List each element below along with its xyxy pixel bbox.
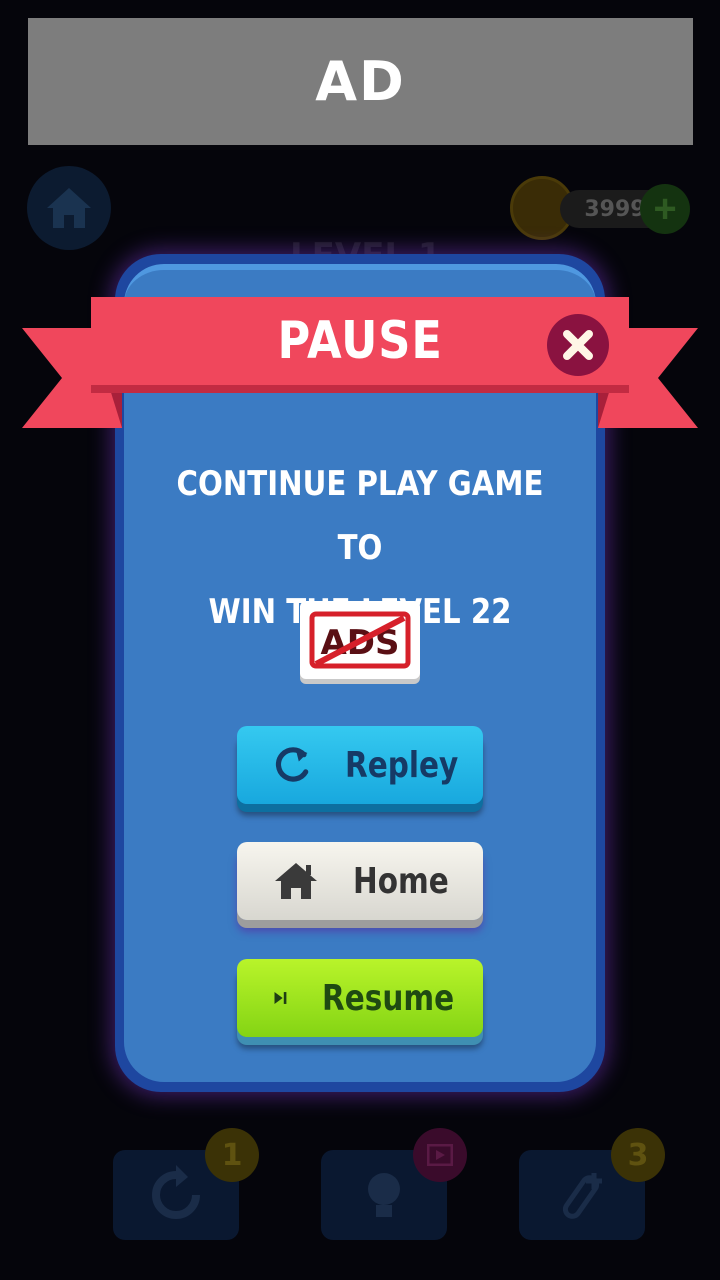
home-button[interactable]: Home [237,842,483,920]
dialog-title: PAUSE [277,311,443,371]
add-coins-icon: + [640,184,690,234]
resume-label: Resume [321,977,454,1019]
home-icon [275,863,317,899]
add-tube-tool: 3 [519,1128,665,1240]
message-line-1: CONTINUE PLAY GAME TO [176,464,544,568]
ad-banner[interactable]: AD [28,18,693,145]
close-button[interactable] [547,314,609,376]
undo-icon [152,1165,200,1219]
lightbulb-icon [368,1173,400,1217]
home-icon [47,188,91,228]
undo-tool: 1 [113,1128,259,1240]
remove-ads-button[interactable]: ADS [300,601,420,679]
ad-label: AD [315,50,406,113]
add-tube-badge: 3 [611,1128,665,1182]
home-label: Home [353,860,449,902]
home-button-bg [27,166,111,250]
hint-tool [321,1128,467,1240]
undo-badge: 1 [205,1128,259,1182]
close-icon [563,330,593,360]
test-tube-icon [562,1173,602,1219]
play-next-icon [274,992,287,1004]
coin-counter: 3999 + [510,176,690,242]
video-icon [413,1128,467,1182]
no-ads-icon: ADS [309,611,411,669]
replay-button[interactable]: Repley [237,726,483,804]
replay-label: Repley [344,744,459,786]
replay-icon [275,747,309,782]
resume-button[interactable]: Resume [237,959,483,1037]
